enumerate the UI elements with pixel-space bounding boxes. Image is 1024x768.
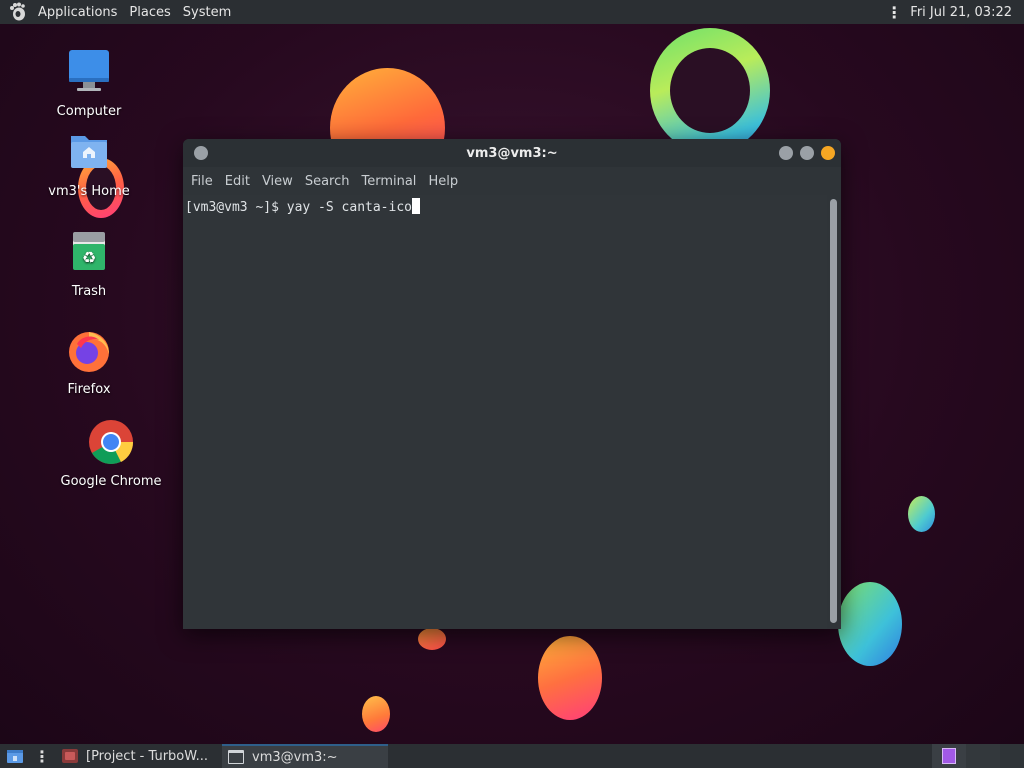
chrome-icon — [89, 420, 134, 464]
scrollbar-thumb[interactable] — [830, 199, 837, 623]
desktop-icon[interactable] — [6, 748, 24, 764]
minimize-button[interactable] — [779, 146, 793, 160]
firefox-icon — [69, 332, 109, 372]
wallpaper-shape — [418, 628, 446, 650]
computer-icon — [69, 50, 109, 91]
taskbar-handle-icon[interactable]: ⋮ — [30, 747, 56, 766]
menu-search[interactable]: Search — [299, 174, 356, 189]
menu-terminal[interactable]: Terminal — [355, 174, 422, 189]
desktop-icon-label: vm3's Home — [48, 184, 130, 199]
terminal-window[interactable]: vm3@vm3:~ File Edit View Search Terminal… — [183, 139, 841, 629]
menu-file[interactable]: File — [185, 174, 219, 189]
window-title: vm3@vm3:~ — [466, 145, 558, 161]
desktop-icon-label: Firefox — [67, 382, 111, 397]
text-cursor — [411, 198, 420, 214]
window-menu-button[interactable] — [194, 146, 208, 160]
close-button[interactable] — [821, 146, 835, 160]
svg-text:♻: ♻ — [82, 248, 96, 267]
wallpaper-shape — [362, 696, 390, 732]
terminal-window-icon — [228, 750, 244, 764]
taskbar: ⋮ [Project - TurboW... vm3@vm3:~ — [0, 744, 1024, 768]
menu-view[interactable]: View — [256, 174, 299, 189]
app-window-icon — [62, 749, 78, 763]
task-label: [Project - TurboW... — [86, 748, 209, 764]
trash-icon: ♻ — [73, 232, 105, 270]
task-label: vm3@vm3:~ — [252, 749, 338, 765]
workspace-1[interactable] — [932, 744, 966, 768]
desktop-icon-computer[interactable]: Computer — [34, 48, 144, 119]
task-project[interactable]: [Project - TurboW... — [56, 744, 222, 768]
shell-prompt: [vm3@vm3 ~]$ — [185, 200, 287, 215]
workspace-3[interactable] — [1000, 744, 1024, 768]
panel-options-icon[interactable]: ⋮ — [878, 3, 910, 22]
command-input[interactable]: yay -S canta-ico — [287, 200, 412, 215]
home-folder-icon — [71, 136, 107, 168]
system-menu[interactable]: System — [177, 0, 237, 24]
desktop-icon-trash[interactable]: ♻ Trash — [34, 228, 144, 299]
gnome-foot-icon[interactable] — [8, 2, 28, 22]
terminal-scrollbar[interactable] — [827, 195, 841, 629]
wallpaper-shape — [538, 636, 602, 720]
places-menu[interactable]: Places — [123, 0, 176, 24]
menu-help[interactable]: Help — [422, 174, 464, 189]
top-panel: Applications Places System ⋮ Fri Jul 21,… — [0, 0, 1024, 24]
desktop-icon-home[interactable]: vm3's Home — [34, 128, 144, 199]
wallpaper-shape — [908, 496, 935, 532]
window-titlebar[interactable]: vm3@vm3:~ — [183, 139, 841, 167]
workspace-2[interactable] — [966, 744, 1000, 768]
task-terminal[interactable]: vm3@vm3:~ — [222, 744, 388, 768]
desktop-icon-firefox[interactable]: Firefox — [34, 326, 144, 397]
workspace-indicator — [942, 748, 956, 764]
wallpaper-ring — [650, 28, 770, 153]
desktop-icon-label: Computer — [56, 104, 122, 119]
clock[interactable]: Fri Jul 21, 03:22 — [910, 5, 1024, 20]
desktop-icon-label: Google Chrome — [60, 474, 162, 489]
desktop-icon-chrome[interactable]: Google Chrome — [56, 418, 166, 489]
menu-edit[interactable]: Edit — [219, 174, 256, 189]
applications-menu[interactable]: Applications — [32, 0, 123, 24]
desktop-icon-label: Trash — [71, 284, 107, 299]
terminal-menubar: File Edit View Search Terminal Help — [183, 167, 841, 195]
maximize-button[interactable] — [800, 146, 814, 160]
terminal-output[interactable]: [vm3@vm3 ~]$ yay -S canta-ico — [183, 195, 827, 629]
wallpaper-shape — [838, 582, 902, 666]
